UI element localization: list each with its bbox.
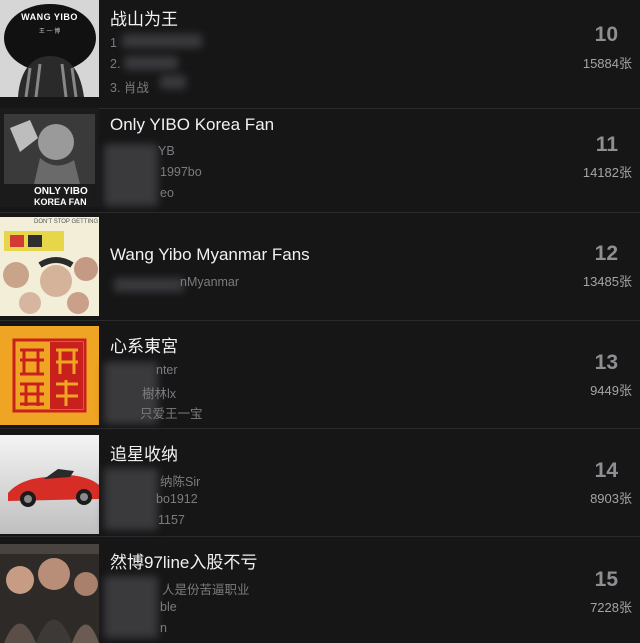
member-line: 3. 肖战 bbox=[110, 81, 149, 95]
redacted-text bbox=[124, 56, 178, 70]
member-line: n bbox=[160, 621, 167, 635]
list-item[interactable]: 心系東宮 nter 樹林lx 只爱王一宝 13 9449张 bbox=[0, 320, 640, 429]
list-item[interactable]: ONLY YIBO KOREA FAN Only YIBO Korea Fan … bbox=[0, 104, 640, 213]
member-line: 樹林lx bbox=[142, 387, 177, 401]
member-line: ble bbox=[160, 600, 177, 614]
group-title: 追星收纳 bbox=[110, 445, 178, 464]
group-cover-art bbox=[0, 326, 99, 425]
photo-count: 14182张 bbox=[582, 165, 632, 180]
group-cover-image bbox=[0, 326, 99, 425]
group-title: 然博97line入股不亏 bbox=[110, 553, 258, 572]
group-cover-art bbox=[0, 435, 99, 534]
member-line: 1157 bbox=[158, 513, 185, 527]
cover-title-text: DON'T STOP GETTING bbox=[34, 219, 99, 225]
member-line: 1997bo bbox=[160, 165, 202, 179]
cover-tag-line-2: KOREA FAN bbox=[34, 197, 87, 207]
member-line: 1 bbox=[110, 36, 117, 50]
list-item[interactable]: WANG YIBO 王 一 博 战山为王 1 2. 3. 肖战 10 15884… bbox=[0, 0, 640, 109]
member-line: YB bbox=[158, 144, 175, 158]
rank-number: 10 bbox=[594, 23, 618, 46]
member-line: nter bbox=[156, 363, 178, 377]
redacted-text bbox=[104, 576, 158, 638]
member-line: eo bbox=[160, 186, 174, 200]
group-title: 心系東宮 bbox=[110, 337, 178, 356]
member-line: 人是份苦逼职业 bbox=[162, 583, 250, 597]
cover-title-text: WANG YIBO bbox=[21, 12, 78, 22]
list-item[interactable]: DON'T STOP GETTING Wang Yibo Myanmar Fan… bbox=[0, 212, 640, 321]
member-line: 纳陈Sir bbox=[160, 475, 201, 489]
member-line: bo1912 bbox=[156, 492, 198, 506]
group-title: 战山为王 bbox=[110, 10, 178, 29]
cover-tag-line-1: ONLY YIBO bbox=[34, 186, 88, 197]
photo-count: 8903张 bbox=[590, 491, 632, 506]
list-item[interactable]: 追星收纳 纳陈Sir bo1912 1157 14 8903张 bbox=[0, 428, 640, 537]
member-line: 只爱王一宝 bbox=[140, 407, 203, 421]
list-item[interactable]: 然博97line入股不亏 人是份苦逼职业 ble n 15 7228张 bbox=[0, 536, 640, 643]
group-cover-art bbox=[0, 544, 99, 643]
rank-number: 14 bbox=[594, 459, 618, 482]
group-cover-art bbox=[0, 217, 99, 316]
fan-group-ranking-list: WANG YIBO 王 一 博 战山为王 1 2. 3. 肖战 10 15884… bbox=[0, 0, 640, 643]
redacted-text bbox=[114, 278, 184, 292]
redacted-text bbox=[104, 144, 158, 206]
photo-count: 7228张 bbox=[590, 600, 632, 615]
photo-count: 9449张 bbox=[590, 383, 632, 398]
photo-count: 13485张 bbox=[582, 274, 632, 289]
redacted-text bbox=[122, 34, 202, 48]
group-title: Only YIBO Korea Fan bbox=[110, 115, 275, 134]
rank-number: 12 bbox=[594, 242, 618, 265]
group-cover-image: DON'T STOP GETTING bbox=[0, 217, 99, 316]
group-cover-image: WANG YIBO 王 一 博 bbox=[0, 0, 99, 97]
group-title: Wang Yibo Myanmar Fans bbox=[110, 245, 310, 264]
group-cover-image bbox=[0, 544, 99, 643]
cover-subtitle-text: 王 一 博 bbox=[38, 29, 61, 35]
group-cover-image: ONLY YIBO KOREA FAN bbox=[0, 108, 99, 207]
photo-count: 15884张 bbox=[582, 56, 632, 71]
member-line: nMyanmar bbox=[180, 275, 240, 289]
rank-number: 13 bbox=[594, 351, 618, 374]
rank-number: 15 bbox=[594, 568, 618, 591]
group-cover-image bbox=[0, 435, 99, 534]
member-line: 2. bbox=[110, 57, 121, 71]
rank-number: 11 bbox=[595, 133, 618, 156]
redacted-text bbox=[160, 75, 186, 89]
redacted-text bbox=[104, 468, 158, 530]
